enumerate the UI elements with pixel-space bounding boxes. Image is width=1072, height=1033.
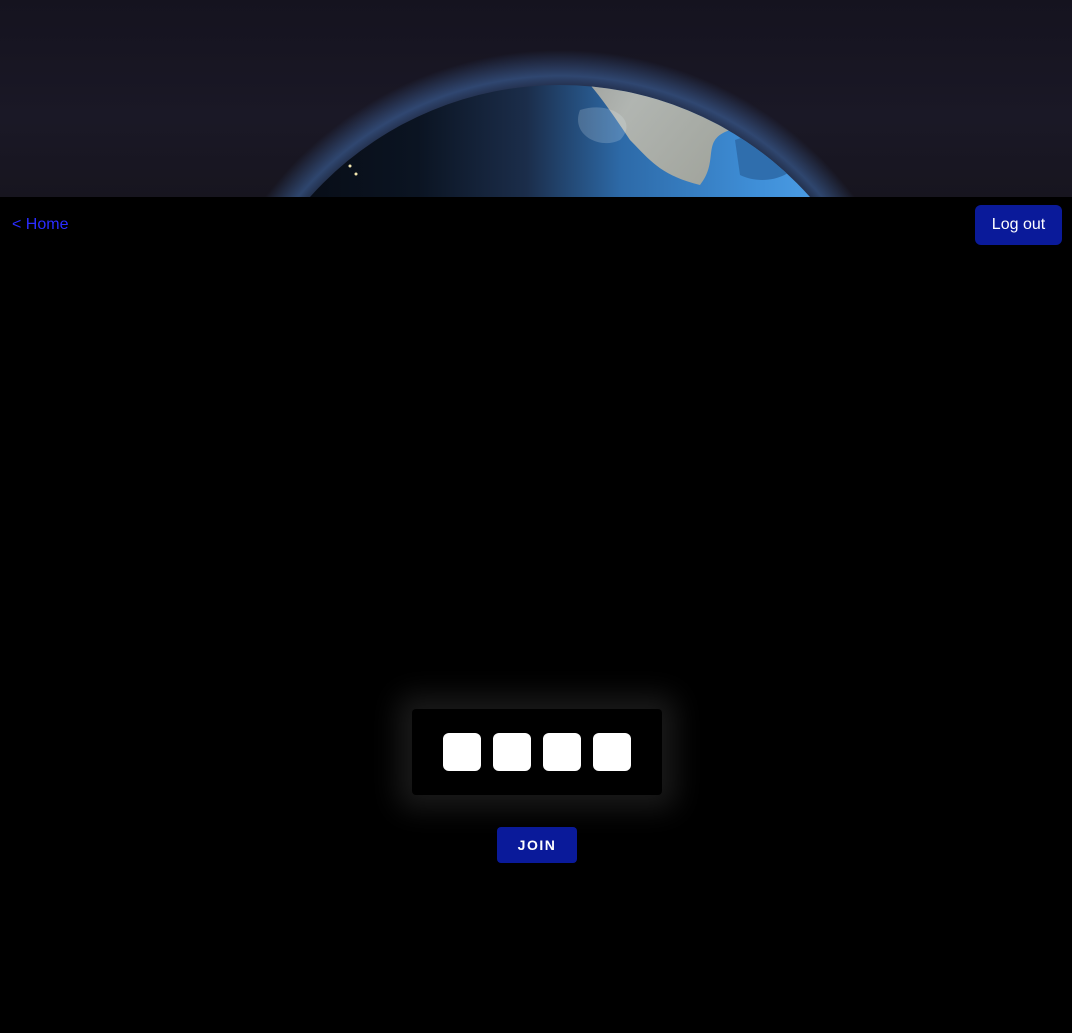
- code-digit-4[interactable]: [593, 733, 631, 771]
- home-link[interactable]: < Home: [12, 215, 68, 235]
- earth-banner: [0, 0, 1072, 197]
- code-entry-panel: [412, 709, 662, 795]
- code-digit-3[interactable]: [543, 733, 581, 771]
- code-digit-2[interactable]: [493, 733, 531, 771]
- page: < Home Log out JOIN: [0, 0, 1072, 1033]
- logout-button[interactable]: Log out: [975, 205, 1062, 245]
- code-digit-1[interactable]: [443, 733, 481, 771]
- earth-image: [264, 50, 856, 197]
- join-button[interactable]: JOIN: [497, 827, 577, 863]
